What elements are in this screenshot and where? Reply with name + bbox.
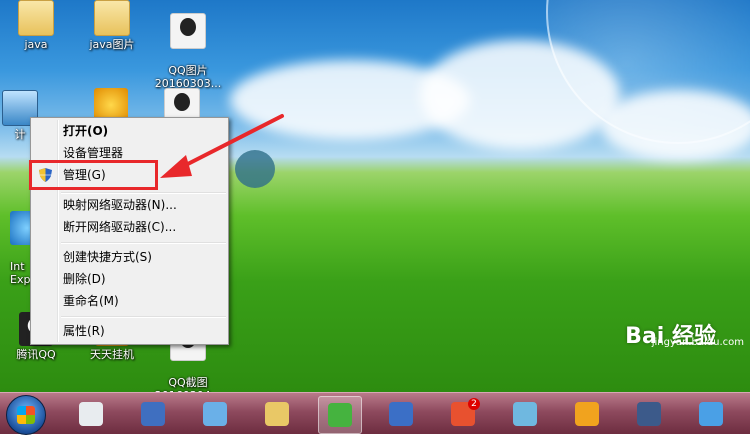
taskbar-app-7[interactable]: 2 xyxy=(442,396,484,432)
taskbar-app-3[interactable] xyxy=(194,396,236,432)
taskbar-app-8[interactable] xyxy=(504,396,546,432)
taskbar-app-5[interactable] xyxy=(318,396,362,434)
windows-logo-icon xyxy=(17,406,35,424)
disk-icon xyxy=(637,402,661,426)
refresh-icon xyxy=(328,403,352,427)
watermark-url: jingyan.baidu.com xyxy=(651,337,744,348)
taskbar-app-6[interactable] xyxy=(380,396,422,432)
taskbar-app-10[interactable] xyxy=(628,396,670,432)
taskbar-app-11[interactable] xyxy=(690,396,732,432)
folder-icon xyxy=(265,402,289,426)
desktop-wallpaper: java java图片 QQ图片 20160303... 计 Int Exp 腾… xyxy=(0,0,750,392)
gear-icon xyxy=(141,402,165,426)
box-icon xyxy=(575,402,599,426)
taskbar-app-9[interactable] xyxy=(566,396,608,432)
notification-badge: 2 xyxy=(468,398,480,410)
puzzle-icon xyxy=(203,402,227,426)
taskbar-app-4[interactable] xyxy=(256,396,298,432)
taskbar-app-1[interactable] xyxy=(70,396,112,432)
network-icon xyxy=(699,402,723,426)
taskbar-app-2[interactable] xyxy=(132,396,174,432)
bird-icon xyxy=(513,402,537,426)
umbrella-app-icon xyxy=(79,402,103,426)
taskbar: 2 xyxy=(0,392,750,435)
start-button[interactable] xyxy=(6,395,46,435)
cube-icon xyxy=(389,402,413,426)
